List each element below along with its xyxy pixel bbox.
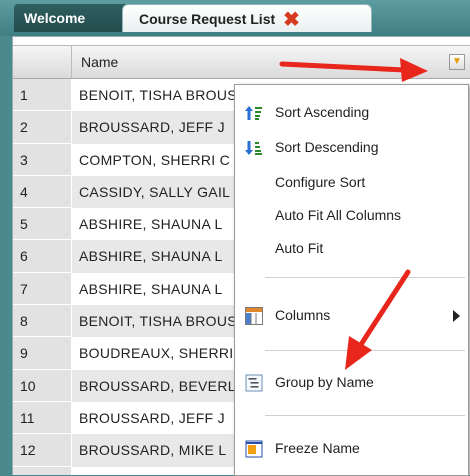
menu-item-auto-fit-all-columns[interactable]: Auto Fit All Columns (235, 200, 468, 230)
column-dropdown-icon[interactable]: ▼ (449, 54, 465, 70)
tab-course-request-list-label: Course Request List (139, 11, 276, 27)
menu-label-columns: Columns (275, 307, 331, 323)
menu-item-configure-sort[interactable]: Configure Sort (235, 167, 468, 197)
grid-header: Name ▼ (13, 45, 470, 79)
menu-separator (265, 415, 465, 416)
freeze-icon (245, 440, 263, 458)
menu-item-columns[interactable]: Columns (235, 300, 468, 330)
name-column-header[interactable]: Name (81, 46, 118, 78)
row-number: 5 (13, 208, 71, 241)
menu-item-sort-descending[interactable]: Sort Descending (235, 132, 468, 162)
menu-label-auto-fit-all: Auto Fit All Columns (275, 207, 402, 223)
tab-welcome[interactable]: Welcome (14, 4, 134, 32)
close-x-icon[interactable]: ✖ (283, 10, 300, 30)
sort-descending-icon (245, 141, 262, 155)
tab-welcome-label: Welcome (24, 10, 86, 26)
row-number: 8 (13, 305, 71, 338)
row-number: 7 (13, 272, 71, 306)
row-number-header (13, 46, 72, 78)
column-context-menu: Sort Ascending Sort Descending Configure… (234, 84, 469, 476)
menu-item-freeze-name[interactable]: Freeze Name (235, 433, 468, 463)
menu-label-configure-sort: Configure Sort (275, 174, 366, 190)
submenu-arrow-icon (453, 310, 460, 322)
row-number: 3 (13, 143, 71, 176)
menu-separator (265, 277, 465, 278)
row-number: 4 (13, 175, 71, 209)
menu-label-sort-ascending: Sort Ascending (275, 104, 370, 120)
group-by-icon (245, 374, 263, 392)
menu-item-auto-fit[interactable]: Auto Fit (235, 233, 468, 263)
menu-item-group-by-name[interactable]: Group by Name (235, 367, 468, 397)
row-number: 11 (13, 401, 71, 435)
row-number: 2 (13, 111, 71, 144)
menu-separator (265, 350, 465, 351)
sort-ascending-icon (245, 106, 262, 120)
row-number: 9 (13, 337, 71, 370)
tab-bar: Welcome Course Request List ✖ (0, 0, 470, 36)
menu-label-group-by: Group by Name (275, 374, 374, 390)
row-number: 6 (13, 240, 71, 273)
menu-label-freeze: Freeze Name (275, 440, 360, 456)
menu-item-sort-ascending[interactable]: Sort Ascending (235, 97, 468, 127)
row-number: 12 (13, 434, 71, 467)
columns-icon (245, 307, 263, 325)
menu-label-sort-descending: Sort Descending (275, 139, 379, 155)
row-number: 1 (13, 79, 71, 112)
row-number: 10 (13, 369, 71, 402)
tab-course-request-list[interactable]: Course Request List ✖ (122, 4, 372, 32)
menu-label-auto-fit: Auto Fit (275, 240, 324, 256)
